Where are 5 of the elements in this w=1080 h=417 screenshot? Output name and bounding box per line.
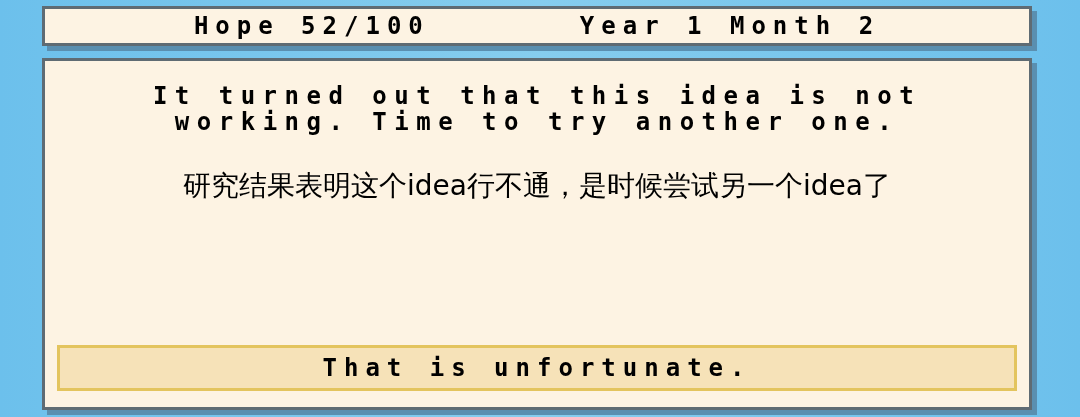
translation-text: 研究结果表明这个idea行不通，是时候尝试另一个idea了 (183, 168, 891, 204)
hope-status: Hope 52/100 (193, 11, 430, 42)
date-status: Year 1 Month 2 (579, 11, 881, 42)
message-text: It turned out that this idea is not working. Time to try another one. (151, 83, 923, 135)
choice-button[interactable]: That is unfortunate. (57, 345, 1017, 391)
